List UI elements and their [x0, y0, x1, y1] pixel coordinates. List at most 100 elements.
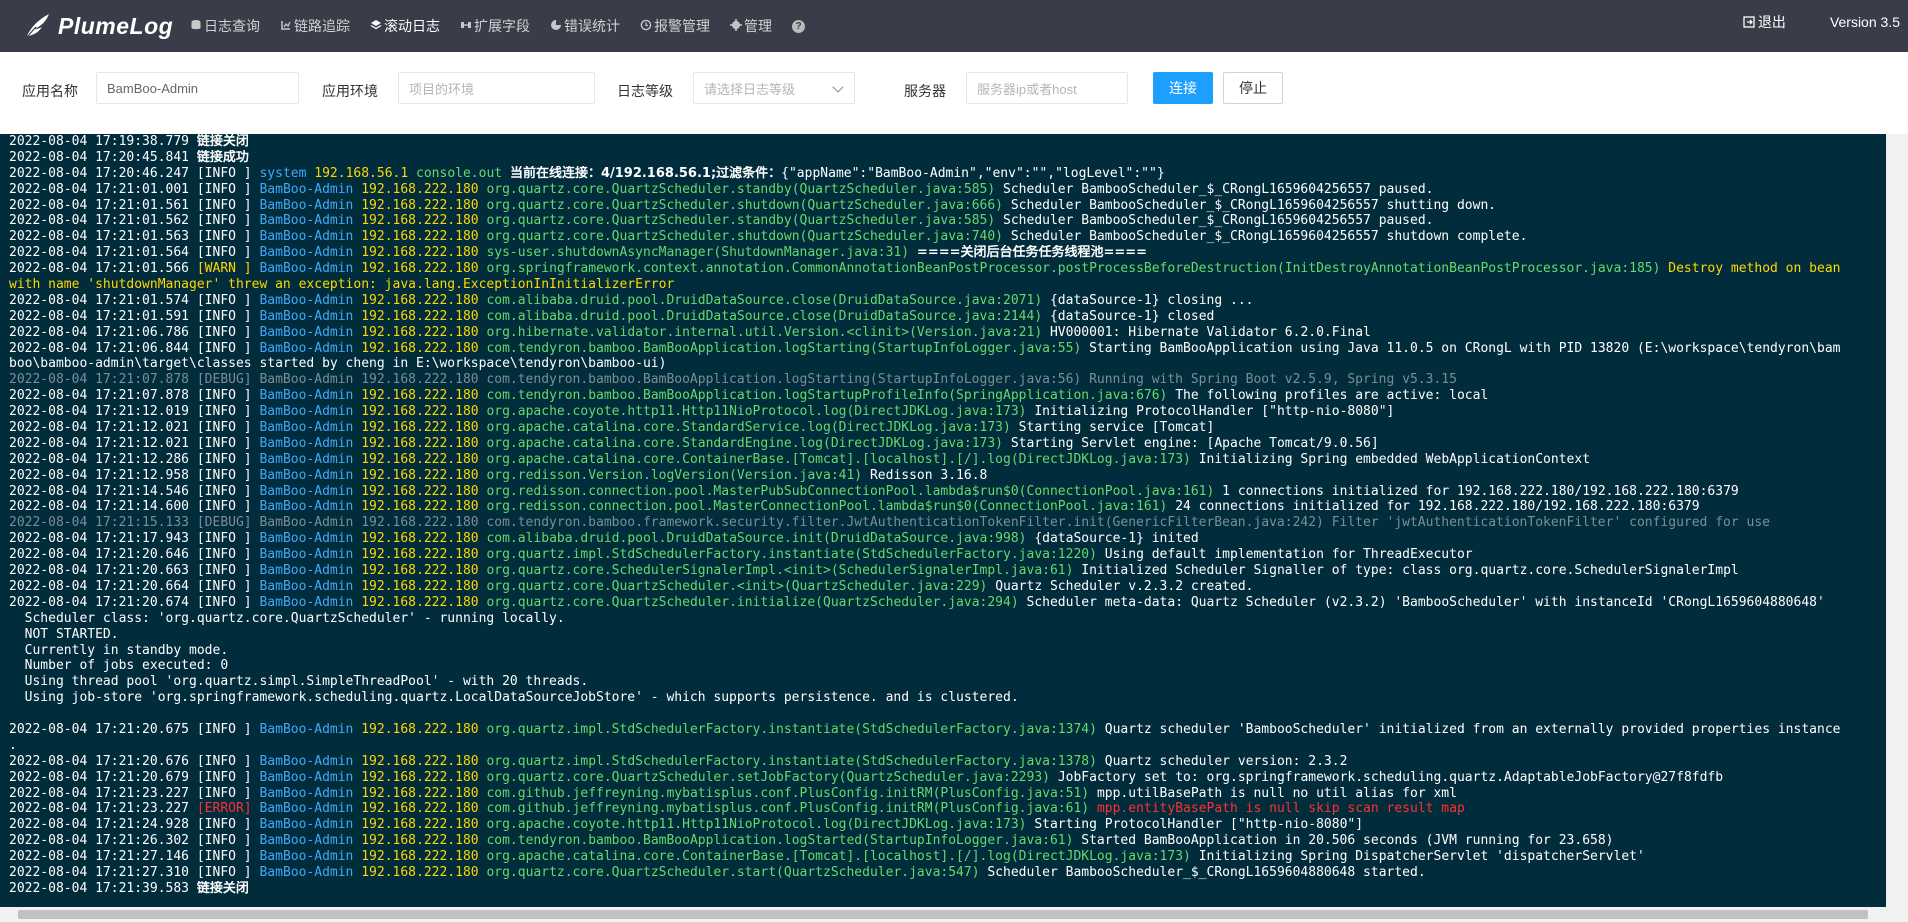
log-line: 2022-08-04 17:21:23.227 [INFO ] BamBoo-A… [0, 786, 1886, 802]
log-line: 2022-08-04 17:21:01.001 [INFO ] BamBoo-A… [0, 182, 1886, 198]
log-ip: 192.168.222.180 [361, 388, 487, 404]
log-line: 2022-08-04 17:21:06.844 [INFO ] BamBoo-A… [0, 341, 1886, 357]
log-app: BamBoo-Admin [259, 467, 362, 483]
log-info: [INFO ] [196, 721, 260, 737]
main-nav: 日志查询 链路追踪 滚动日志 扩展字段 错误统计 报警管理 管理? [190, 0, 805, 52]
nav-item-db[interactable]: 日志查询 [190, 0, 260, 52]
nav-item-alarm[interactable]: 报警管理 [640, 0, 710, 52]
server-input[interactable]: 服务器ip或者host [966, 72, 1128, 104]
help-icon[interactable]: ? [792, 19, 805, 33]
log-info: [INFO ] [196, 420, 260, 436]
log-app: BamBoo-Admin [259, 340, 362, 356]
log-app: BamBoo-Admin [259, 753, 362, 769]
log-line: 2022-08-04 17:21:01.564 [INFO ] BamBoo-A… [0, 245, 1886, 261]
plumelog-logo[interactable]: PlumeLog [22, 9, 173, 43]
env-input[interactable]: 项目的环境 [398, 72, 595, 104]
log-ip: 192.168.222.180 [361, 801, 487, 817]
log-app: BamBoo-Admin [259, 801, 362, 817]
log-line: 2022-08-04 17:20:46.247 [INFO ] system 1… [0, 166, 1886, 182]
log-info: [INFO ] [196, 181, 260, 197]
level-label: 日志等级 [617, 83, 673, 99]
log-evt: 当前在线连接：4/192.168.56.1;过滤条件： [509, 165, 782, 181]
log-cls: org.quartz.core.QuartzScheduler.shutdown… [486, 197, 1011, 213]
log-msg: Initializing ProtocolHandler ["http-nio-… [1034, 404, 1395, 420]
log-cls: org.quartz.core.QuartzScheduler.setJobFa… [486, 769, 1058, 785]
log-line: Using thread pool 'org.quartz.simpl.Simp… [0, 674, 1886, 690]
log-app: BamBoo-Admin [259, 547, 362, 563]
log-line: NOT STARTED. [0, 627, 1886, 643]
horizontal-scrollbar[interactable] [0, 907, 1908, 922]
log-app: system [259, 165, 315, 181]
log-line: 2022-08-04 17:21:06.786 [INFO ] BamBoo-A… [0, 325, 1886, 341]
log-msg: Quartz scheduler 'BambooScheduler' initi… [1104, 721, 1841, 737]
log-info: [INFO ] [196, 213, 260, 229]
log-msg: boo\bamboo-admin\target\classes started … [9, 356, 667, 372]
logout-icon [1743, 16, 1755, 28]
nav-item-stream[interactable]: 滚动日志 [370, 0, 440, 52]
log-ts: 2022-08-04 17:21:20.674 [9, 594, 197, 610]
log-msg: {dataSource-1} closed [1049, 308, 1215, 324]
log-info: [INFO ] [196, 817, 260, 833]
feather-icon [24, 14, 49, 40]
nav-item-extend[interactable]: 扩展字段 [460, 0, 530, 52]
log-ip: 192.168.222.180 [361, 229, 487, 245]
level-select[interactable]: 请选择日志等级 [693, 72, 855, 104]
nav-item-label: 扩展字段 [474, 18, 530, 34]
log-app: BamBoo-Admin [259, 292, 362, 308]
log-line: 2022-08-04 17:21:17.943 [INFO ] BamBoo-A… [0, 531, 1886, 547]
log-app: BamBoo-Admin [259, 245, 362, 261]
log-info: [INFO ] [196, 388, 260, 404]
log-info: [INFO ] [196, 864, 260, 880]
log-cls: org.apache.catalina.core.ContainerBase.[… [486, 451, 1199, 467]
log-ts: 2022-08-04 17:20:45.841 [9, 149, 197, 165]
log-ts: 2022-08-04 17:21:14.600 [9, 499, 197, 515]
nav-item-chart[interactable]: 错误统计 [550, 0, 620, 52]
log-ts: 2022-08-04 17:21:27.310 [9, 864, 197, 880]
chevron-down-icon [832, 81, 844, 93]
log-ts: 2022-08-04 17:20:46.247 [9, 165, 197, 181]
log-app: BamBoo-Admin [259, 769, 362, 785]
log-info: [INFO ] [196, 483, 260, 499]
stream-icon [370, 18, 384, 34]
log-msg: Initialized Scheduler Signaller of type:… [1081, 563, 1739, 579]
log-app: BamBoo-Admin [259, 324, 362, 340]
log-info: [INFO ] [196, 833, 260, 849]
app-name-input[interactable]: BamBoo-Admin [96, 72, 299, 104]
log-app: BamBoo-Admin [259, 817, 362, 833]
nav-item-label: 滚动日志 [384, 18, 440, 34]
log-ip: 192.168.222.180 [361, 324, 487, 340]
nav-item-trace[interactable]: 链路追踪 [280, 0, 350, 52]
log-line: 2022-08-04 17:21:01.561 [INFO ] BamBoo-A… [0, 198, 1886, 214]
log-ts: 2022-08-04 17:21:12.958 [9, 467, 197, 483]
log-cls: console.out [416, 165, 510, 181]
log-console[interactable]: 2022-08-04 17:19:38.779 链接关闭 2022-08-04 1… [0, 134, 1886, 907]
log-app: BamBoo-Admin [259, 563, 362, 579]
log-app: BamBoo-Admin [259, 721, 362, 737]
connect-button[interactable]: 连接 [1153, 72, 1213, 104]
log-msg: Scheduler BambooScheduler_$_CRongL165960… [1010, 229, 1528, 245]
log-app: BamBoo-Admin [259, 420, 362, 436]
logout-button[interactable]: 退出 [1743, 12, 1786, 32]
vertical-scrollbar[interactable] [1886, 134, 1908, 907]
log-line: 2022-08-04 17:21:07.878 [INFO ] BamBoo-A… [0, 388, 1886, 404]
stop-button[interactable]: 停止 [1223, 72, 1283, 104]
alarm-icon [640, 18, 654, 34]
log-ts: 2022-08-04 17:21:23.227 [9, 785, 197, 801]
log-info: [INFO ] [196, 563, 260, 579]
nav-item-gear[interactable]: 管理 [730, 0, 772, 52]
log-cls: org.apache.catalina.core.ContainerBase.[… [486, 849, 1199, 865]
log-ts: 2022-08-04 17:21:01.564 [9, 245, 197, 261]
log-app: BamBoo-Admin [259, 833, 362, 849]
log-ip: 192.168.222.180 [361, 849, 487, 865]
log-msg: 24 connections initialized for 192.168.2… [1175, 499, 1700, 515]
log-ts: 2022-08-04 17:21:06.844 [9, 340, 197, 356]
log-msg: Scheduler BambooScheduler_$_CRongL165960… [1010, 197, 1497, 213]
horizontal-scroll-thumb[interactable] [18, 910, 1868, 919]
log-line: 2022-08-04 17:21:20.664 [INFO ] BamBoo-A… [0, 579, 1886, 595]
nav-item-label: 报警管理 [654, 18, 710, 34]
log-msg: Quartz Scheduler v.2.3.2 created. [995, 578, 1254, 594]
log-ts: 2022-08-04 17:21:20.664 [9, 578, 197, 594]
log-line: 2022-08-04 17:21:12.021 [INFO ] BamBoo-A… [0, 420, 1886, 436]
trace-icon [280, 18, 294, 34]
log-ts: 2022-08-04 17:21:12.021 [9, 435, 197, 451]
